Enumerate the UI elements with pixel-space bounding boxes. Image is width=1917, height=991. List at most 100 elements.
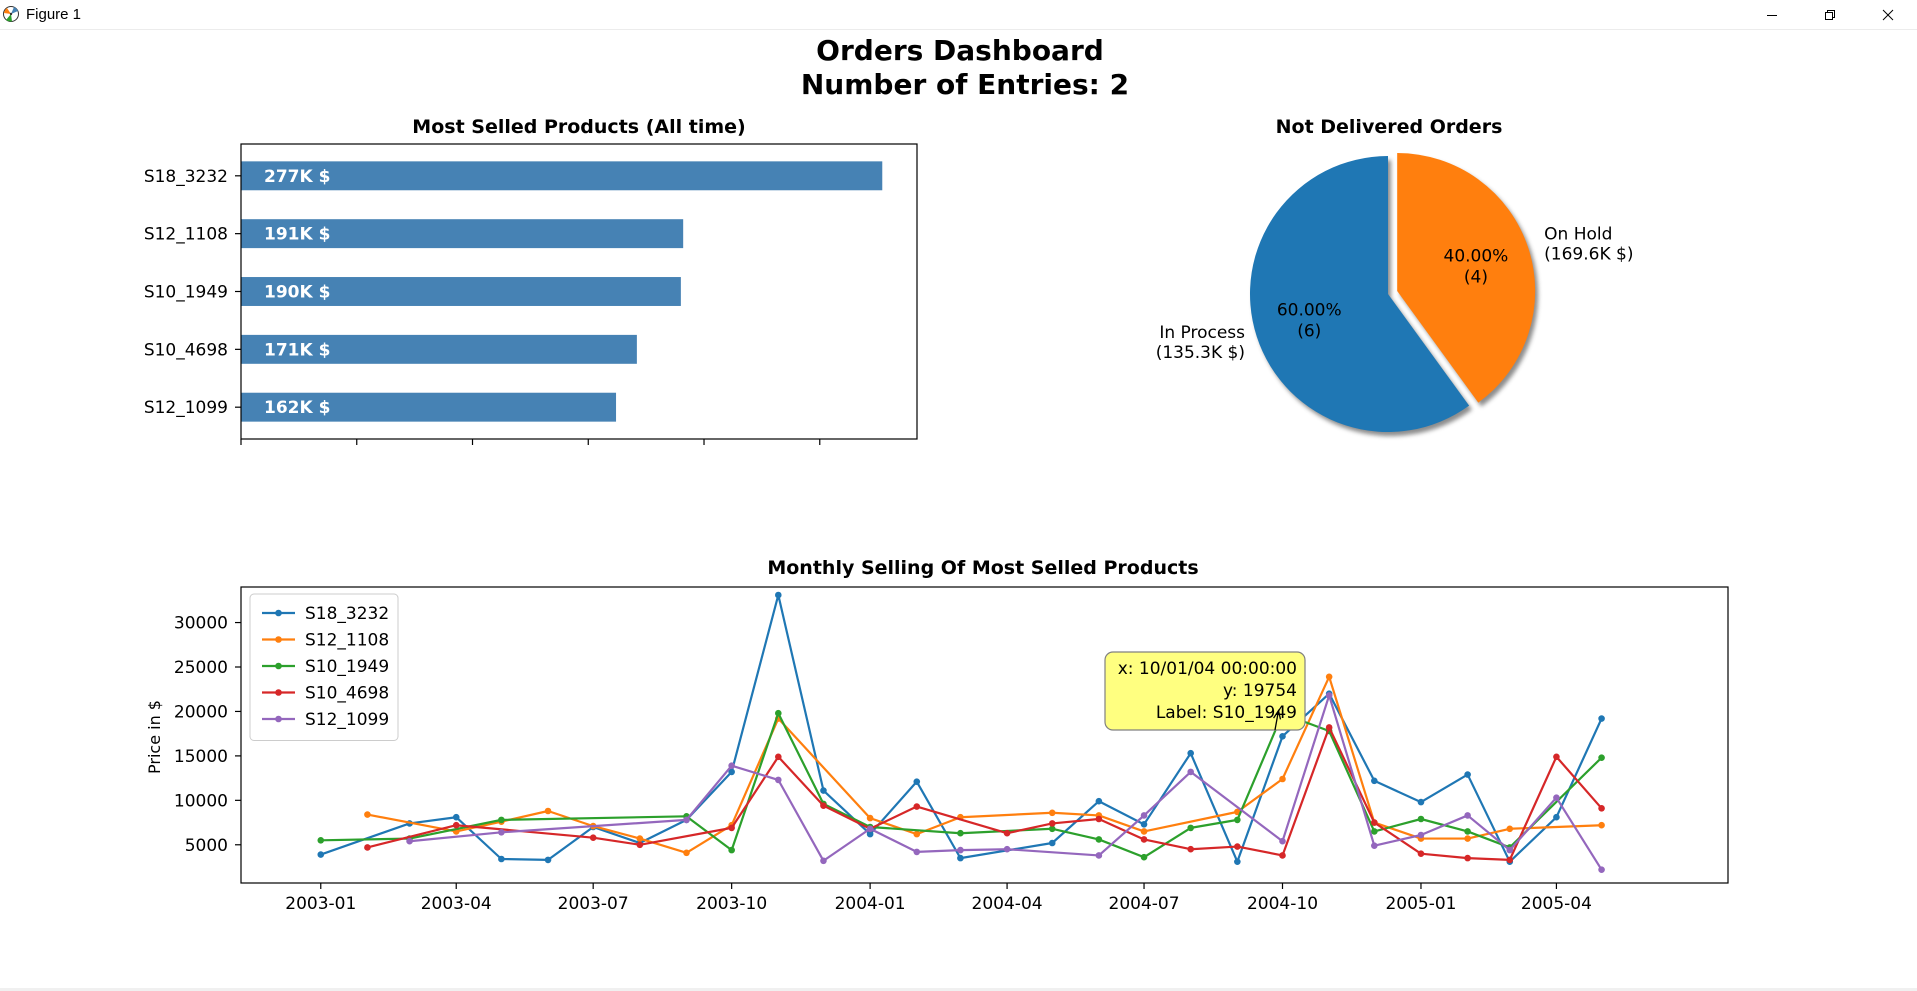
pie-count-label: (6) (1297, 322, 1321, 342)
data-point (866, 814, 874, 822)
legend-marker (275, 662, 282, 670)
data-point (1598, 821, 1605, 829)
data-point (1279, 837, 1286, 845)
data-point (1598, 866, 1605, 873)
data-point (775, 776, 782, 784)
data-point (1048, 820, 1056, 827)
bar-value-label: 277K $ (264, 167, 330, 187)
data-point (1140, 853, 1148, 861)
window-titlebar: Figure 1 (0, 0, 1917, 30)
y-tick-label: 30000 (174, 614, 228, 634)
data-point (820, 857, 827, 865)
restore-icon (1825, 9, 1835, 20)
legend-label: S10_1949 (305, 657, 389, 677)
restore-button[interactable] (1801, 0, 1859, 29)
data-point (636, 835, 644, 842)
data-point (1003, 829, 1011, 837)
data-point (1140, 812, 1148, 819)
data-point (1095, 836, 1103, 843)
data-point (1279, 733, 1286, 740)
data-point (1371, 828, 1378, 835)
y-tick-label: 25000 (174, 658, 228, 678)
data-point (1095, 815, 1103, 823)
data-point (498, 829, 505, 836)
data-point (1234, 816, 1241, 824)
data-point (728, 846, 735, 854)
data-point (317, 851, 325, 858)
data-point (1553, 753, 1560, 761)
data-point (1464, 828, 1471, 835)
x-tick-label: 2003-10 (696, 894, 767, 914)
data-point (957, 846, 964, 854)
data-point (683, 849, 690, 857)
data-point (1234, 843, 1241, 850)
data-point (1553, 813, 1560, 821)
x-tick-label: 2003-01 (285, 894, 356, 914)
data-point (913, 778, 921, 785)
data-point (1325, 724, 1333, 731)
legend-marker (275, 609, 282, 617)
data-point (683, 816, 690, 824)
legend-marker (275, 636, 282, 643)
minimize-button[interactable] (1743, 0, 1801, 29)
data-point (1095, 852, 1103, 859)
window-title: Figure 1 (26, 6, 82, 23)
dashboard-title: Orders Dashboard (816, 34, 1104, 67)
line-chart-legend: S18_3232 S12_1108 S10_1949 S10_4698 S12_1099 (249, 593, 399, 741)
series-line (367, 726, 1603, 861)
tooltip-text: x: 10/01/04 00:00:00 (1118, 659, 1297, 679)
data-point (452, 813, 460, 821)
x-tick-label: 2004-04 (972, 894, 1043, 914)
x-tick-label: 2004-10 (1247, 894, 1318, 914)
y-tick-label: 10000 (174, 791, 228, 811)
data-point (820, 787, 827, 794)
bar-value-label: 190K $ (264, 283, 330, 303)
pie-chart: Not Delivered Orders 60.00%(6) In Process… (1156, 116, 1633, 437)
legend-marker (275, 689, 282, 696)
data-point (1048, 809, 1056, 817)
data-point (728, 762, 735, 769)
data-point (1140, 836, 1148, 843)
data-point (1234, 858, 1241, 865)
data-point (1417, 798, 1425, 806)
data-point (866, 825, 874, 833)
y-tick-label: S18_3232 (144, 167, 228, 187)
x-tick-label: 2005-04 (1521, 894, 1592, 914)
data-point (1598, 805, 1605, 812)
x-tick-label: 2003-07 (558, 894, 629, 914)
close-button[interactable] (1859, 0, 1917, 29)
data-point (1464, 771, 1471, 778)
data-point (1371, 819, 1378, 826)
bar-chart-title: Most Selled Products (All time) (412, 116, 745, 138)
line-chart-title: Monthly Selling Of Most Selled Products (767, 557, 1198, 579)
tooltip-text: Label: S10_1949 (1156, 703, 1297, 723)
data-point (1553, 794, 1560, 801)
data-point (1187, 824, 1194, 832)
pie-slice-amount: (135.3K $) (1156, 343, 1245, 363)
y-tick-label: S10_1949 (144, 283, 228, 303)
data-point (728, 824, 735, 832)
bar-value-label: 191K $ (264, 225, 330, 245)
line-chart-frame (240, 586, 1729, 884)
data-point (544, 807, 552, 815)
data-point (1464, 812, 1471, 819)
data-point (1140, 828, 1148, 835)
data-point (406, 837, 413, 845)
pie-slice-label: On Hold (1544, 224, 1612, 244)
data-point (1598, 754, 1605, 761)
data-point (1371, 777, 1378, 785)
x-tick-label: 2005-01 (1385, 894, 1456, 914)
y-tick-label: S12_1099 (144, 398, 228, 418)
pie-slice-label: In Process (1159, 323, 1245, 343)
data-point (1506, 856, 1514, 864)
pie-slice-amount: (169.6K $) (1544, 244, 1633, 264)
data-point (1003, 845, 1011, 853)
close-icon (1882, 9, 1894, 20)
data-point (1506, 825, 1514, 833)
pie-percent-label: 40.00% (1444, 246, 1509, 266)
data-point (589, 834, 597, 841)
data-point (1325, 692, 1333, 699)
data-point (1187, 768, 1194, 776)
data-point (775, 753, 782, 761)
bar (241, 161, 883, 191)
